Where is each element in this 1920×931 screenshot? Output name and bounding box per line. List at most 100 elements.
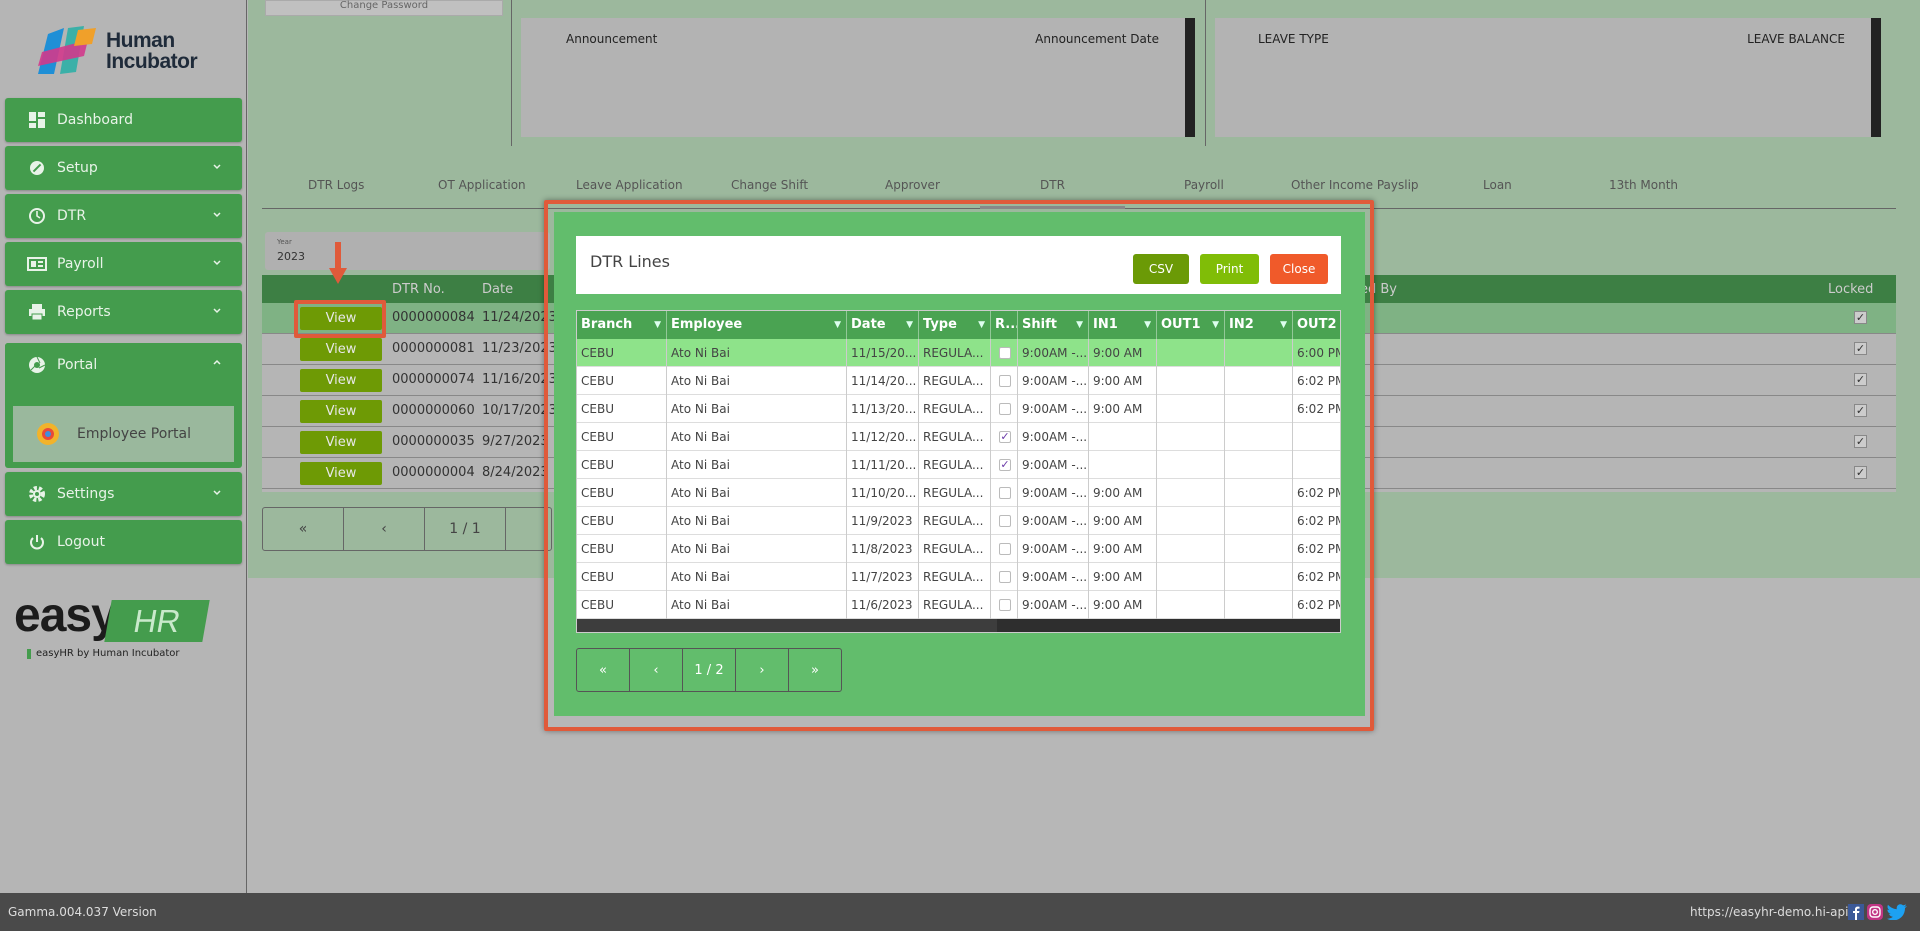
cell-in1: 9:00 AM (1089, 367, 1157, 395)
rest-day-checkbox[interactable] (999, 487, 1011, 499)
tab-approver[interactable]: Approver (885, 178, 940, 192)
horizontal-scrollbar[interactable] (577, 619, 1340, 632)
site-url[interactable]: https://easyhr-demo.hi-api.io (1690, 905, 1863, 919)
cell-checked (991, 367, 1018, 395)
locked-checkbox[interactable]: ✓ (1854, 466, 1867, 479)
table-row[interactable]: CEBU Ato Ni Bai 11/11/20... REGULA... ✓ 9:00A… (577, 451, 1340, 479)
view-button[interactable]: View (300, 369, 382, 392)
rest-day-checkbox[interactable] (999, 515, 1011, 527)
cell-checked (991, 507, 1018, 535)
locked-checkbox[interactable]: ✓ (1854, 311, 1867, 324)
dtr-no-cell: 0000000084 (392, 310, 475, 325)
view-button[interactable]: View (300, 338, 382, 361)
locked-checkbox[interactable]: ✓ (1854, 404, 1867, 417)
tab-payroll[interactable]: Payroll (1184, 178, 1224, 192)
col-out1[interactable]: OUT1 ▼ (1157, 311, 1225, 339)
locked-checkbox[interactable]: ✓ (1854, 435, 1867, 448)
human-incubator-logo[interactable]: Human Incubator (34, 24, 224, 80)
tab-change-shift[interactable]: Change Shift (731, 178, 808, 192)
cell-employee: Ato Ni Bai (667, 507, 847, 535)
locked-checkbox[interactable]: ✓ (1854, 342, 1867, 355)
filter-icon[interactable]: ▼ (1280, 311, 1287, 339)
sidebar-item-logout[interactable]: Logout (5, 520, 242, 564)
col-r[interactable]: R... (991, 311, 1018, 339)
tab-other-income-payslip[interactable]: Other Income Payslip (1291, 178, 1419, 192)
rest-day-checkbox[interactable] (999, 403, 1011, 415)
pager-first-button[interactable]: « (577, 649, 630, 691)
close-button[interactable]: Close (1270, 254, 1328, 284)
csv-button[interactable]: CSV (1133, 254, 1189, 284)
col-branch[interactable]: Branch ▼ (577, 311, 667, 339)
sidebar-item-dtr[interactable]: DTR (5, 194, 242, 238)
pager-first-button[interactable]: « (263, 508, 344, 550)
pager-prev-button[interactable]: ‹ (344, 508, 425, 550)
rest-day-checkbox[interactable] (999, 375, 1011, 387)
view-button[interactable]: View (300, 462, 382, 485)
table-row[interactable]: CEBU Ato Ni Bai 11/7/2023 REGULA... 9:00AM -… (577, 563, 1340, 591)
filter-icon[interactable]: ▼ (978, 311, 985, 339)
filter-icon[interactable]: ▼ (654, 311, 661, 339)
facebook-icon[interactable] (1848, 904, 1864, 920)
cell-branch: CEBU (577, 423, 667, 451)
tab-loan[interactable]: Loan (1483, 178, 1512, 192)
table-row[interactable]: CEBU Ato Ni Bai 11/6/2023 REGULA... 9:00AM -… (577, 591, 1340, 619)
table-row[interactable]: CEBU Ato Ni Bai 11/8/2023 REGULA... 9:00AM -… (577, 535, 1340, 563)
rest-day-checkbox[interactable]: ✓ (999, 459, 1011, 471)
print-button[interactable]: Print (1200, 254, 1259, 284)
sidebar-item-settings[interactable]: Settings (5, 472, 242, 516)
sidebar-item-employee-portal[interactable]: Employee Portal (13, 406, 234, 462)
rest-day-checkbox[interactable] (999, 571, 1011, 583)
sidebar-item-label: Settings (57, 486, 115, 502)
year-field[interactable]: Year 2023 (265, 232, 550, 270)
table-row[interactable]: CEBU Ato Ni Bai 11/14/20... REGULA... 9:00AM… (577, 367, 1340, 395)
table-row[interactable]: CEBU Ato Ni Bai 11/12/20... REGULA... ✓ 9:00A… (577, 423, 1340, 451)
filter-icon[interactable]: ▼ (1144, 311, 1151, 339)
pager-prev-button[interactable]: ‹ (630, 649, 683, 691)
tab-leave-application[interactable]: Leave Application (576, 178, 683, 192)
tab-ot-application[interactable]: OT Application (438, 178, 526, 192)
table-row[interactable]: CEBU Ato Ni Bai 11/13/20... REGULA... 9:00AM… (577, 395, 1340, 423)
col-shift[interactable]: Shift ▼ (1018, 311, 1089, 339)
table-row[interactable]: CEBU Ato Ni Bai 11/9/2023 REGULA... 9:00AM -… (577, 507, 1340, 535)
col-in2[interactable]: IN2 ▼ (1225, 311, 1293, 339)
rest-day-checkbox[interactable] (999, 543, 1011, 555)
view-button[interactable]: View (300, 400, 382, 423)
col-label: Date (851, 317, 886, 332)
filter-icon[interactable]: ▼ (1212, 311, 1219, 339)
col-dtr-no[interactable]: DTR No. (392, 282, 445, 297)
scrollbar-thumb[interactable] (577, 619, 997, 632)
col-locked[interactable]: Locked (1828, 282, 1873, 297)
sidebar-item-dashboard[interactable]: Dashboard (5, 98, 242, 142)
filter-icon[interactable]: ▼ (906, 311, 913, 339)
tab-dtr-logs[interactable]: DTR Logs (308, 178, 364, 192)
rest-day-checkbox[interactable]: ✓ (999, 431, 1011, 443)
col-label: IN2 (1229, 317, 1254, 332)
tab-13th-month[interactable]: 13th Month (1609, 178, 1678, 192)
filter-icon[interactable]: ▼ (834, 311, 841, 339)
col-date[interactable]: Date ▼ (847, 311, 919, 339)
col-employee[interactable]: Employee ▼ (667, 311, 847, 339)
col-out2[interactable]: OUT2 (1293, 311, 1340, 339)
twitter-icon[interactable] (1887, 904, 1907, 920)
cell-out2: 6:02 PM (1293, 535, 1340, 563)
sidebar-item-reports[interactable]: Reports (5, 290, 242, 334)
sidebar-item-payroll[interactable]: Payroll (5, 242, 242, 286)
view-button[interactable]: View (300, 431, 382, 454)
instagram-icon[interactable] (1867, 904, 1883, 920)
pager-next-button[interactable]: › (736, 649, 789, 691)
chevron-down-icon (213, 260, 221, 266)
table-row[interactable]: CEBU Ato Ni Bai 11/10/20... REGULA... 9:00AM… (577, 479, 1340, 507)
pager-last-button[interactable]: » (789, 649, 841, 691)
table-row[interactable]: CEBU Ato Ni Bai 11/15/20... REGULA... 9:00AM… (577, 339, 1340, 367)
rest-day-checkbox[interactable] (999, 347, 1011, 359)
sidebar-item-portal[interactable]: Portal (5, 343, 242, 387)
col-in1[interactable]: IN1 ▼ (1089, 311, 1157, 339)
locked-checkbox[interactable]: ✓ (1854, 373, 1867, 386)
rest-day-checkbox[interactable] (999, 599, 1011, 611)
change-password-button[interactable]: Change Password (265, 0, 503, 16)
col-date[interactable]: Date (482, 282, 513, 297)
col-type[interactable]: Type ▼ (919, 311, 991, 339)
sidebar-item-setup[interactable]: Setup (5, 146, 242, 190)
filter-icon[interactable]: ▼ (1076, 311, 1083, 339)
tab-dtr[interactable]: DTR (1040, 178, 1065, 192)
